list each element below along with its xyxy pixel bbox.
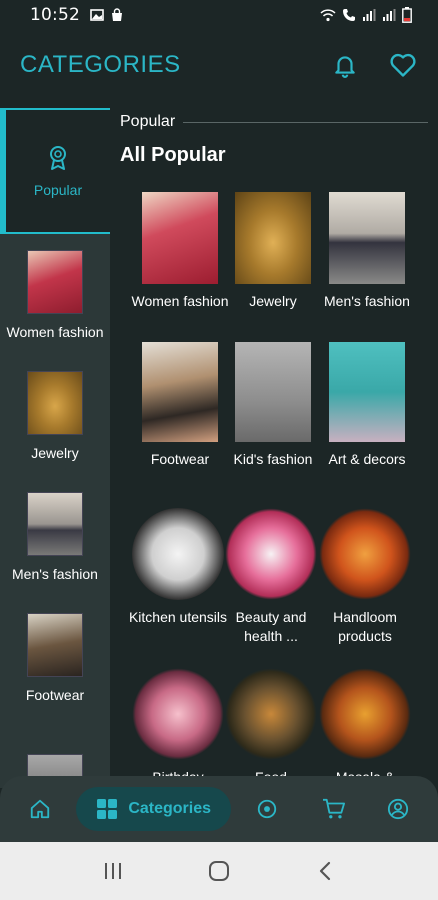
signal-icon-2 [383,9,396,21]
section-title: All Popular [120,144,226,166]
nav-home-button[interactable] [26,792,54,826]
category-label: Art & decors [328,451,406,467]
category-label: Jewelry [249,293,297,309]
sidebar-item-footwear[interactable]: Footwear [0,597,110,718]
category-tile[interactable]: Art & decors [319,342,415,469]
back-chevron-icon [319,861,331,881]
category-thumbnail [27,491,83,556]
category-label: Women fashion [131,293,229,309]
divider [183,121,428,123]
target-icon [258,799,277,819]
home-circle-icon [209,861,229,881]
category-label: Kid's fashion [233,451,313,467]
gallery-icon [90,9,104,21]
wifi-icon [320,9,336,22]
category-image [225,668,317,760]
cart-icon [322,798,345,819]
category-image [142,192,218,284]
battery-icon [402,7,412,23]
category-tile[interactable]: Women fashion [131,192,229,311]
category-thumbnail [27,249,83,314]
category-image [319,668,411,760]
system-navigation-bar [0,842,438,900]
profile-icon [387,798,408,820]
call-icon [343,9,355,21]
sidebar-item-jewelry[interactable]: Jewelry [0,355,110,476]
category-image [235,342,311,442]
status-time: 10:52 [30,5,80,25]
category-tile[interactable]: Kid's fashion [225,342,321,469]
nav-cart-button[interactable] [319,792,347,826]
home-icon [30,799,50,819]
recent-apps-icon [105,863,121,879]
sidebar-item-label: Jewelry [31,444,79,461]
sidebar-item-women-fashion[interactable]: Women fashion [0,234,110,355]
nav-active-label: Categories [128,800,212,817]
bell-icon [335,56,355,78]
nav-categories-button[interactable]: Categories [76,787,232,831]
category-image [235,192,311,284]
sidebar-item-popular[interactable]: Popular [0,108,110,232]
category-label: Beauty and health ... [235,609,307,644]
category-image [329,342,405,442]
signal-icon [363,9,376,21]
category-tile[interactable]: Masala & [317,668,413,787]
recent-apps-button[interactable] [93,851,133,891]
wishlist-button[interactable] [388,50,418,80]
category-image [142,342,218,442]
category-label: Footwear [150,451,210,467]
sidebar-item-label: Popular [33,182,83,198]
award-icon [50,146,66,170]
category-thumbnail [27,370,83,435]
category-tile[interactable]: Food [223,668,319,787]
category-tile[interactable]: Kitchen utensils [128,508,228,627]
sidebar-item-mens-fashion[interactable]: Men's fashion [0,476,110,597]
bottom-navigation: Categories [0,776,438,842]
category-tile[interactable]: Beauty and health ... [223,508,319,646]
home-system-button[interactable] [199,851,239,891]
app-header: CATEGORIES [0,30,438,100]
category-image [225,508,317,600]
category-tile[interactable]: Birthday [130,668,226,787]
bag-icon [112,8,122,21]
category-tile[interactable]: Footwear [132,342,228,469]
nav-explore-button[interactable] [253,792,281,826]
categories-grid-icon [97,799,118,819]
category-image [132,668,224,760]
sidebar-item-label: Women fashion [6,323,104,340]
category-label: Handloom products [333,609,397,644]
heart-icon [390,53,416,77]
category-tile[interactable]: Handloom products [317,508,413,646]
notifications-button[interactable] [330,50,360,80]
nav-profile-button[interactable] [384,792,412,826]
category-thumbnail [27,612,83,677]
category-label: Men's fashion [324,293,410,309]
category-content: Popular All Popular Women fashion Jewelr… [110,108,438,788]
category-tile[interactable]: Men's fashion [319,192,415,311]
sidebar-item-label: Footwear [25,686,85,703]
category-image [319,508,411,600]
category-image [329,192,405,284]
section-name: Popular [120,113,176,130]
category-label: Kitchen utensils [128,609,228,625]
category-image [132,508,224,600]
sidebar-item-label: Men's fashion [12,565,98,582]
category-tile[interactable]: Jewelry [225,192,321,311]
category-sidebar: Popular Women fashion Jewelry Men's fash… [0,108,110,788]
back-button[interactable] [305,851,345,891]
section-header: Popular [110,108,438,132]
status-bar: 10:52 [0,0,438,30]
page-title: CATEGORIES [20,51,181,78]
